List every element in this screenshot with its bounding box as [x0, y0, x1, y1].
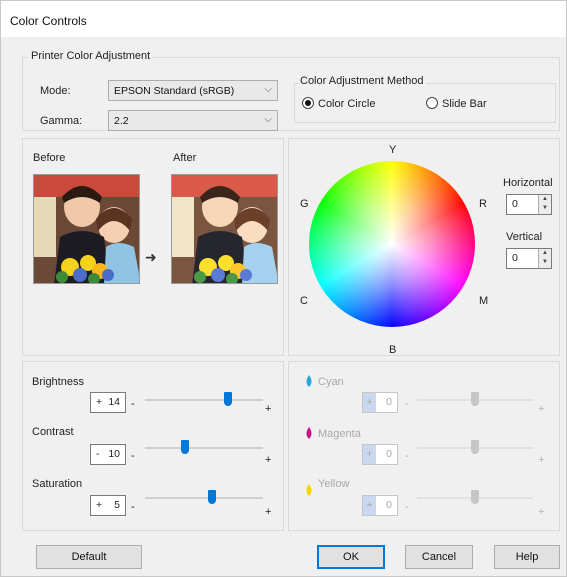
brightness-slider[interactable] — [145, 392, 263, 411]
magenta-slider — [417, 440, 533, 459]
yellow-minus: - — [405, 501, 409, 513]
cyan-slider — [417, 392, 533, 411]
cyan-value: 0 — [386, 396, 392, 408]
arrow-right-icon: ➜ — [145, 249, 157, 265]
before-label: Before — [33, 152, 66, 164]
vertical-value: 0 — [512, 252, 518, 264]
vertical-label: Vertical — [506, 231, 543, 243]
gamma-label: Gamma: — [40, 115, 83, 127]
cyan-slider-thumb — [471, 392, 479, 406]
saturation-label: Saturation — [32, 478, 83, 490]
saturation-minus: - — [131, 501, 135, 513]
cancel-button[interactable]: Cancel — [405, 545, 473, 569]
cyan-minus: - — [405, 398, 409, 410]
color-circle-wheel[interactable]: + — [309, 161, 475, 327]
saturation-slider-thumb[interactable] — [208, 490, 216, 504]
color-circle-radio[interactable] — [302, 97, 314, 109]
color-circle-label-c: C — [300, 295, 308, 307]
vertical-spinbox[interactable]: 0 ▲ ▼ — [506, 248, 552, 269]
horizontal-spinbox[interactable]: 0 ▲ ▼ — [506, 194, 552, 215]
mode-label: Mode: — [40, 85, 71, 97]
slider-track — [145, 399, 263, 401]
saturation-sign: + — [96, 499, 103, 511]
magenta-value-box: + 0 — [362, 444, 398, 465]
default-button[interactable]: Default — [36, 545, 142, 569]
contrast-value: 10 — [108, 448, 120, 460]
horizontal-label: Horizontal — [503, 177, 553, 189]
magenta-label: Magenta — [318, 428, 361, 440]
cyan-plus: + — [538, 403, 545, 415]
chevron-down-icon: ⌵ — [264, 84, 272, 95]
saturation-value: 5 — [114, 499, 120, 511]
yellow-value: 0 — [386, 499, 392, 511]
magenta-plus: + — [538, 454, 545, 466]
magenta-value: 0 — [386, 448, 392, 460]
yellow-slider — [417, 490, 533, 509]
color-circle-label-b: B — [389, 344, 397, 356]
magenta-slider-thumb — [471, 440, 479, 454]
yellow-sign: + — [363, 496, 376, 515]
after-label: After — [173, 152, 197, 164]
printer-color-adjustment-label: Printer Color Adjustment — [29, 50, 153, 62]
title-bar: Color Controls — [1, 1, 566, 37]
cyan-drop-icon — [306, 375, 312, 387]
gamma-select[interactable]: 2.2 ⌵ — [108, 110, 278, 131]
brightness-label: Brightness — [32, 376, 84, 388]
contrast-plus: + — [265, 454, 272, 466]
contrast-slider-thumb[interactable] — [181, 440, 189, 454]
yellow-value-box: + 0 — [362, 495, 398, 516]
contrast-slider[interactable] — [145, 440, 263, 459]
slide-bar-radio-label[interactable]: Slide Bar — [442, 98, 487, 110]
yellow-plus: + — [538, 506, 545, 518]
saturation-value-box[interactable]: + 5 — [90, 495, 126, 516]
horizontal-value: 0 — [512, 198, 518, 210]
brightness-value-box[interactable]: + 14 — [90, 392, 126, 413]
cyan-value-box: + 0 — [362, 392, 398, 413]
color-circle-label-r: R — [479, 198, 487, 210]
cyan-label: Cyan — [318, 376, 344, 388]
contrast-sign: - — [96, 448, 100, 460]
magenta-drop-shape — [306, 427, 312, 439]
magenta-drop-icon — [306, 427, 312, 439]
contrast-value-box[interactable]: - 10 — [90, 444, 126, 465]
magenta-minus: - — [405, 450, 409, 462]
slider-track — [145, 497, 263, 499]
yellow-slider-thumb — [471, 490, 479, 504]
yellow-drop-icon — [306, 484, 312, 496]
brightness-slider-thumb[interactable] — [224, 392, 232, 406]
chevron-down-icon: ⌵ — [264, 114, 272, 125]
gamma-select-value: 2.2 — [114, 115, 129, 127]
contrast-label: Contrast — [32, 426, 74, 438]
color-controls-dialog: Color Controls Printer Color Adjustment … — [0, 0, 567, 577]
window-title: Color Controls — [10, 14, 87, 28]
color-circle-label-y: Y — [389, 144, 397, 156]
ok-button[interactable]: OK — [317, 545, 385, 569]
yellow-drop-shape — [306, 484, 312, 496]
saturation-plus: + — [265, 506, 272, 518]
saturation-slider[interactable] — [145, 490, 263, 509]
brightness-sign: + — [96, 396, 103, 408]
brightness-minus: - — [131, 398, 135, 410]
yellow-label: Yellow — [318, 478, 350, 490]
crosshair-icon: + — [387, 237, 395, 251]
spin-arrows-icon[interactable]: ▲ ▼ — [538, 249, 551, 268]
brightness-plus: + — [265, 403, 272, 415]
spin-arrows-icon[interactable]: ▲ ▼ — [538, 195, 551, 214]
before-photo — [33, 174, 140, 284]
cyan-sign: + — [363, 393, 376, 412]
color-circle-label-m: M — [479, 295, 489, 307]
color-adjustment-method-label: Color Adjustment Method — [298, 75, 426, 87]
magenta-sign: + — [363, 445, 376, 464]
mode-select-value: EPSON Standard (sRGB) — [114, 85, 235, 97]
cyan-drop-shape — [306, 375, 312, 387]
after-photo — [171, 174, 278, 284]
color-circle-radio-label[interactable]: Color Circle — [318, 98, 375, 110]
color-circle-label-g: G — [300, 198, 309, 210]
slider-track — [145, 447, 263, 449]
contrast-minus: - — [131, 450, 135, 462]
help-button[interactable]: Help — [494, 545, 560, 569]
mode-select[interactable]: EPSON Standard (sRGB) ⌵ — [108, 80, 278, 101]
brightness-value: 14 — [108, 396, 120, 408]
slide-bar-radio[interactable] — [426, 97, 438, 109]
